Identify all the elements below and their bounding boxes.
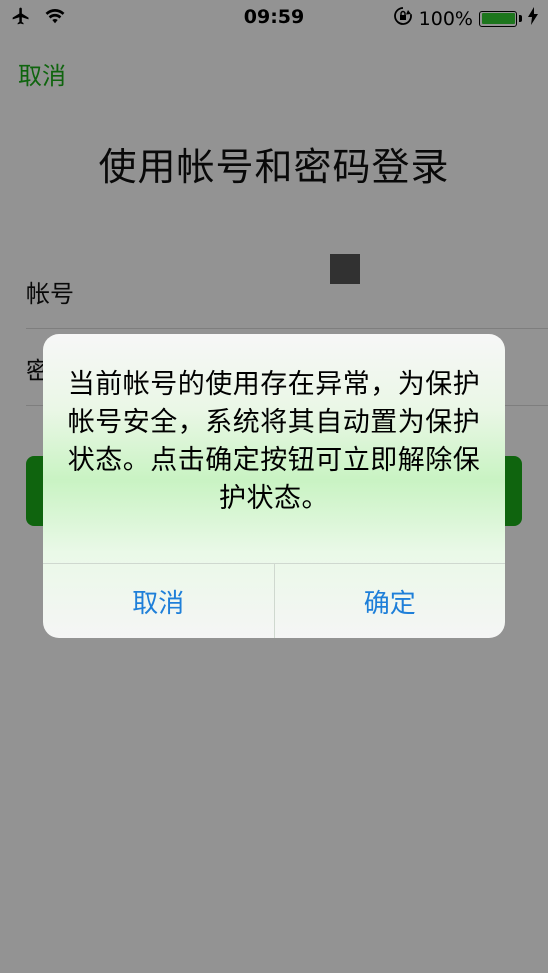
- alert-confirm-button[interactable]: 确定: [273, 564, 506, 638]
- status-bar-dim: [0, 0, 548, 36]
- alert-dialog: 当前帐号的使用存在异常，为保护帐号安全，系统将其自动置为保护状态。点击确定按钮可…: [43, 334, 505, 638]
- alert-message: 当前帐号的使用存在异常，为保护帐号安全，系统将其自动置为保护状态。点击确定按钮可…: [67, 369, 481, 514]
- alert-cancel-button[interactable]: 取消: [43, 564, 274, 638]
- alert-actions: 取消 确定: [43, 563, 505, 638]
